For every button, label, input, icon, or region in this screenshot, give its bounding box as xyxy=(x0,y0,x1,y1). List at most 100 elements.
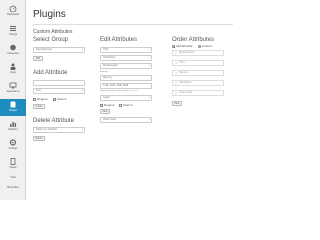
sidebar-item-label: Settings xyxy=(8,147,18,150)
categories-icon xyxy=(9,44,17,51)
settings-icon xyxy=(9,139,17,146)
alphabetical-radio[interactable]: Alphabetical xyxy=(172,44,192,48)
values-hint: Separate values with commas (a, b, c) xyxy=(100,90,138,92)
order-item-label: Memory xyxy=(179,71,189,74)
select-group-title: Select Group xyxy=(33,37,69,43)
create-button[interactable]: Create xyxy=(33,104,45,109)
chevron-down-icon: ▾ xyxy=(148,64,150,67)
order-attributes-title: Order Attributes xyxy=(172,37,215,43)
order-item[interactable]: ✥ Hard Drive xyxy=(172,80,224,86)
edit-button[interactable]: Edit xyxy=(33,56,43,61)
edit-select-hard-drive[interactable]: Hard Drive ▾ xyxy=(100,55,152,61)
order-item[interactable]: ✥ Memory xyxy=(172,70,224,76)
sidebar-item-label: Appearance xyxy=(6,90,20,93)
radio[interactable] xyxy=(172,44,176,48)
checkbox-label: Require xyxy=(37,97,48,101)
edit-select-video-card[interactable]: Video Card ▾ xyxy=(100,117,152,123)
memory-type-select[interactable]: Select ▾ xyxy=(100,95,152,101)
chevron-down-icon: ▾ xyxy=(148,48,150,51)
sidebar-item-appearance[interactable]: Appearance xyxy=(0,80,26,97)
users-icon xyxy=(9,63,17,70)
listings-icon xyxy=(9,25,17,32)
sidebar-item-plugins[interactable]: Plugins xyxy=(0,99,26,116)
add-require-checkbox[interactable]: Require xyxy=(33,97,48,101)
add-search-checkbox[interactable]: Search xyxy=(53,97,67,101)
sidebar-item-categories[interactable]: Categories xyxy=(0,42,26,59)
memory-name-input[interactable]: Memory xyxy=(100,75,152,81)
sidebar-item-label: Listings xyxy=(8,33,18,36)
group-select[interactable]: Specifications ▾ xyxy=(33,47,85,53)
checkbox[interactable] xyxy=(100,103,103,107)
chevron-down-icon: ▾ xyxy=(81,89,83,92)
group-select-value: Specifications xyxy=(36,48,53,51)
delete-attribute-title: Delete Attribute xyxy=(33,118,75,124)
save-order-button[interactable]: Save xyxy=(172,101,182,106)
custom-radio[interactable]: Custom xyxy=(198,44,212,48)
checkbox[interactable] xyxy=(53,97,56,101)
section-title: Custom Attributes xyxy=(33,29,73,35)
sidebar-item-settings[interactable]: Settings xyxy=(0,137,26,154)
checkbox-label: Require xyxy=(104,103,115,107)
radio-label: Custom xyxy=(202,44,213,48)
chevron-down-icon: ▾ xyxy=(81,128,83,131)
sidebar-item-pages[interactable]: Pages xyxy=(0,156,26,173)
delete-attribute-value: Select an attribute xyxy=(36,128,57,131)
chevron-down-icon: ▾ xyxy=(81,48,83,51)
checkbox-label: Search xyxy=(123,103,133,107)
order-item[interactable]: ✥ Video Card xyxy=(172,90,224,96)
order-item-label: CPU xyxy=(179,61,185,64)
memory-label: Memory xyxy=(100,71,108,73)
sidebar-item-dashboard[interactable]: Dashboard xyxy=(0,3,26,20)
page-header: Plugins xyxy=(33,8,66,20)
chevron-down-icon: ▾ xyxy=(148,118,150,121)
save-edit-button[interactable]: Save xyxy=(100,109,110,114)
sidebar-item-tools[interactable]: Tools xyxy=(0,175,26,184)
chevron-down-icon: ▾ xyxy=(148,56,150,59)
edit-require-checkbox[interactable]: Require xyxy=(100,103,115,107)
drag-handle-icon[interactable]: ✥ xyxy=(175,52,177,56)
sidebar-nav: Dashboard Listings Categories Users Appe… xyxy=(0,0,26,200)
drag-handle-icon[interactable]: ✥ xyxy=(175,62,177,66)
order-item[interactable]: ✥ Motherboard xyxy=(172,50,224,56)
edit-select-value: Motherboard xyxy=(103,64,118,67)
checkbox[interactable] xyxy=(33,97,36,101)
order-item-label: Motherboard xyxy=(179,51,194,54)
statistics-icon xyxy=(9,120,17,127)
order-item[interactable]: ✥ CPU xyxy=(172,60,224,66)
memory-values-input[interactable]: 1GB, 2GB, 4GB, 8GB xyxy=(100,83,152,89)
sidebar-item-label: Statistics xyxy=(8,128,18,131)
pages-icon xyxy=(9,158,17,165)
sidebar-item-label: Users xyxy=(9,71,17,74)
sidebar-item-show-more[interactable]: Show More xyxy=(0,185,26,194)
delete-button[interactable]: Delete xyxy=(33,136,45,141)
header-divider xyxy=(33,24,233,25)
checkbox[interactable] xyxy=(119,103,122,107)
sidebar-item-label: Plugins xyxy=(9,109,17,112)
add-attribute-title: Add Attribute xyxy=(33,70,68,76)
chevron-down-icon: ▾ xyxy=(148,96,150,99)
drag-handle-icon[interactable]: ✥ xyxy=(175,82,177,86)
sidebar-item-label: Categories xyxy=(7,52,19,55)
edit-select-cpu[interactable]: CPU ▾ xyxy=(100,47,152,53)
drag-handle-icon[interactable]: ✥ xyxy=(175,72,177,76)
sidebar-item-label: Tools xyxy=(10,176,16,179)
drag-handle-icon[interactable]: ✥ xyxy=(175,92,177,96)
sidebar-item-label: Show More xyxy=(6,186,20,189)
checkbox-label: Search xyxy=(57,97,67,101)
sidebar-item-statistics[interactable]: Statistics xyxy=(0,118,26,135)
radio-label: Alphabetical xyxy=(176,44,193,48)
appearance-icon xyxy=(9,82,17,89)
page-title: Plugins xyxy=(33,8,66,20)
edit-select-value: Video Card xyxy=(103,118,116,121)
sidebar-item-listings[interactable]: Listings xyxy=(0,23,26,40)
radio[interactable] xyxy=(198,44,201,48)
attribute-name-input[interactable] xyxy=(33,80,85,86)
edit-select-value: CPU xyxy=(103,48,109,51)
sidebar-item-users[interactable]: Users xyxy=(0,61,26,78)
edit-select-motherboard[interactable]: Motherboard ▾ xyxy=(100,63,152,69)
sidebar-item-label: Pages xyxy=(9,166,17,169)
attribute-type-select[interactable]: Text ▾ xyxy=(33,88,85,94)
edit-attributes-title: Edit Attributes xyxy=(100,37,138,43)
delete-attribute-select[interactable]: Select an attribute ▾ xyxy=(33,127,85,133)
edit-search-checkbox[interactable]: Search xyxy=(119,103,133,107)
